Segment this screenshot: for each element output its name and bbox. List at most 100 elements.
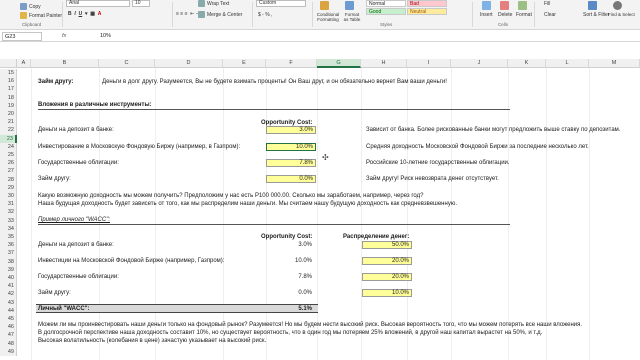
copy-icon[interactable] xyxy=(20,3,27,10)
row-header-38[interactable]: 38 xyxy=(0,257,17,266)
column-header-f[interactable]: F xyxy=(266,59,317,68)
bonds-rate-input[interactable]: 7.8% xyxy=(266,159,316,167)
clear-button[interactable]: Clear xyxy=(544,12,556,18)
deposit-rate-input[interactable]: 3.0% xyxy=(266,126,316,134)
row-header-40[interactable]: 40 xyxy=(0,274,17,283)
column-header-b[interactable]: B xyxy=(31,59,99,68)
row-header-30[interactable]: 30 xyxy=(0,192,17,201)
row-header-22[interactable]: 22 xyxy=(0,126,17,135)
bonds-note[interactable]: Российские 10-летние государственные обл… xyxy=(366,159,510,167)
insert-button[interactable]: Insert xyxy=(480,12,493,18)
select-all-corner[interactable] xyxy=(0,59,17,68)
moex-note[interactable]: Средняя доходность Московской Фондовой Б… xyxy=(366,143,589,151)
delete-button[interactable]: Delete xyxy=(498,12,512,18)
row-header-16[interactable]: 16 xyxy=(0,77,17,86)
deposit-label[interactable]: Деньги на депозит в банке: xyxy=(38,126,114,134)
column-header-h[interactable]: H xyxy=(361,59,407,68)
row29-text[interactable]: Какую возможную доходность мы можем полу… xyxy=(38,192,423,200)
opportunity-cost-header-2[interactable]: Opportunity Cost: xyxy=(261,233,312,241)
wacc-loan-share-input[interactable]: 10.0% xyxy=(362,289,412,297)
row-header-37[interactable]: 37 xyxy=(0,249,17,258)
row-header-48[interactable]: 48 xyxy=(0,339,17,348)
sort-filter-icon[interactable] xyxy=(588,1,597,10)
row-header-20[interactable]: 20 xyxy=(0,110,17,119)
section-title-investments[interactable]: Вложения в различные инструменты: xyxy=(38,101,152,109)
font-format-buttons[interactable]: B I U ▾ ▦ A xyxy=(68,11,101,17)
wacc-total-label[interactable]: Личный "WACC": xyxy=(38,305,90,313)
merge-center-button[interactable]: Merge & Center xyxy=(207,12,242,18)
font-size-select[interactable]: 10 xyxy=(132,0,150,7)
moex-rate-input[interactable]: 10.0% xyxy=(266,143,316,151)
format-as-table-button[interactable]: Format as Table xyxy=(342,12,362,22)
row-header-46[interactable]: 46 xyxy=(0,323,17,332)
format-as-table-icon[interactable] xyxy=(345,1,354,10)
row-header-33[interactable]: 33 xyxy=(0,216,17,225)
row-header-25[interactable]: 25 xyxy=(0,151,17,160)
row-header-42[interactable]: 42 xyxy=(0,290,17,299)
row-header-41[interactable]: 41 xyxy=(0,282,17,291)
moex-label[interactable]: Инвестирование в Московскую Фондовую Бир… xyxy=(38,143,240,151)
wacc-bonds-cost[interactable]: 7.8% xyxy=(270,273,312,281)
row-header-28[interactable]: 28 xyxy=(0,175,17,184)
wacc-total-value[interactable]: 5.1% xyxy=(270,305,312,313)
wacc-moex-share-input[interactable]: 20.0% xyxy=(362,257,412,265)
delete-icon[interactable] xyxy=(500,1,509,10)
row-header-34[interactable]: 34 xyxy=(0,224,17,233)
wacc-moex-cost[interactable]: 10.0% xyxy=(270,257,312,265)
column-header-e[interactable]: E xyxy=(223,59,266,68)
column-header-a[interactable]: A xyxy=(17,59,31,68)
row-header-19[interactable]: 19 xyxy=(0,101,17,110)
row-header-47[interactable]: 47 xyxy=(0,331,17,340)
fill-button[interactable]: Fill xyxy=(544,1,550,7)
distribution-header[interactable]: Распределение денег: xyxy=(343,233,409,241)
row-header-43[interactable]: 43 xyxy=(0,298,17,307)
align-buttons[interactable]: ≡ ≡ ≡ ⇤ ⇥ xyxy=(176,11,200,17)
fx-icon[interactable]: fx xyxy=(62,33,66,39)
find-select-button[interactable]: Find & Select xyxy=(608,12,638,17)
column-header-d[interactable]: D xyxy=(155,59,223,68)
row17-title[interactable]: Займ другу: xyxy=(38,78,73,86)
wacc-deposit-label[interactable]: Деньги на депозит в банке: xyxy=(38,241,114,249)
row-header-27[interactable]: 27 xyxy=(0,167,17,176)
style-bad[interactable]: Bad xyxy=(407,0,447,7)
wacc-moex-label[interactable]: Инвестиции на Московской Фондовой Бирже … xyxy=(38,257,224,265)
wacc-loan-label[interactable]: Займ другу: xyxy=(38,289,71,297)
row-header-44[interactable]: 44 xyxy=(0,306,17,315)
row-header-39[interactable]: 39 xyxy=(0,265,17,274)
wrap-text-button[interactable]: Wrap Text xyxy=(207,1,229,7)
row-header-18[interactable]: 18 xyxy=(0,93,17,102)
loan-note[interactable]: Займ другу! Риск невозврата денег отсутс… xyxy=(366,175,499,183)
sort-filter-button[interactable]: Sort & Filter xyxy=(583,12,609,18)
find-select-icon[interactable] xyxy=(613,1,622,10)
column-header-l[interactable]: L xyxy=(546,59,589,68)
copy-button[interactable]: Copy xyxy=(29,4,41,10)
wrap-text-icon[interactable] xyxy=(198,0,205,7)
wacc-example-title[interactable]: Пример личного "WACC": xyxy=(38,216,110,224)
row-header-21[interactable]: 21 xyxy=(0,118,17,127)
column-header-g[interactable]: G xyxy=(317,59,361,68)
loan-rate-input[interactable]: 0.0% xyxy=(266,175,316,183)
deposit-note[interactable]: Зависит от банка. Более рискованные банк… xyxy=(366,126,620,134)
row-header-24[interactable]: 24 xyxy=(0,142,17,151)
row30-text[interactable]: Наша будущая доходность будет зависеть о… xyxy=(38,200,457,208)
merge-center-icon[interactable] xyxy=(198,11,205,18)
row-header-36[interactable]: 36 xyxy=(0,241,17,250)
row-header-15[interactable]: 15 xyxy=(0,69,17,78)
row-header-31[interactable]: 31 xyxy=(0,200,17,209)
number-format-buttons[interactable]: $ - % , xyxy=(258,12,272,18)
conditional-formatting-button[interactable]: Conditional Formatting xyxy=(314,12,342,22)
conditional-formatting-icon[interactable] xyxy=(320,1,329,10)
row-header-35[interactable]: 35 xyxy=(0,233,17,242)
wacc-bonds-label[interactable]: Государственные облигации: xyxy=(38,273,119,281)
bonds-label[interactable]: Государственные облигации: xyxy=(38,159,119,167)
row47-text[interactable]: Высокая волатильность (колебания в цене)… xyxy=(38,337,266,345)
wacc-deposit-cost[interactable]: 3.0% xyxy=(270,241,312,249)
style-normal[interactable]: Normal xyxy=(366,0,406,7)
format-button[interactable]: Format xyxy=(516,12,532,18)
row-header-26[interactable]: 26 xyxy=(0,159,17,168)
row-header-29[interactable]: 29 xyxy=(0,183,17,192)
font-name-select[interactable]: Arial xyxy=(66,0,130,7)
style-good[interactable]: Good xyxy=(366,8,406,15)
format-painter-icon[interactable] xyxy=(20,12,27,19)
insert-icon[interactable] xyxy=(482,1,491,10)
